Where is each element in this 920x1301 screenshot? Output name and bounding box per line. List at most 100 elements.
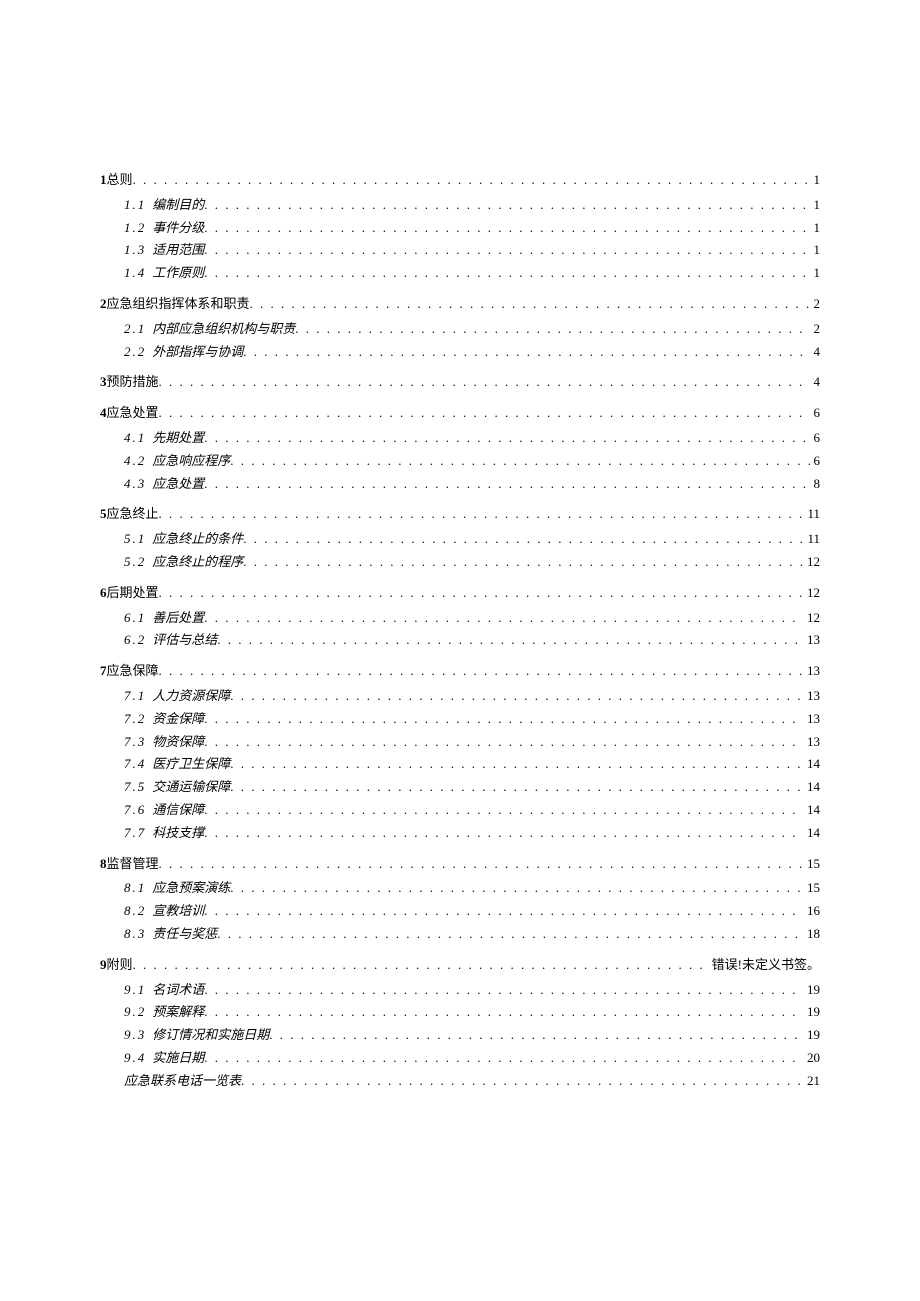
toc-entry-number: 9.2: [124, 1002, 146, 1023]
toc-entry-title: 编制目的: [152, 195, 204, 216]
toc-leader-dots: [204, 980, 803, 1001]
toc-entry: 4应急处置6: [100, 403, 820, 424]
toc-entry-page: 2: [810, 294, 821, 315]
toc-entry: 7.1人力资源保障13: [124, 686, 820, 707]
toc-entry: 7.7科技支撑14: [124, 823, 820, 844]
toc-entry-title: 宣教培训: [152, 901, 204, 922]
toc-entry-number: 7.6: [124, 800, 146, 821]
toc-entry-title: 交通运输保障: [152, 777, 230, 798]
toc-entry-page: 14: [803, 777, 820, 798]
toc-entry-title: 人力资源保障: [152, 686, 230, 707]
toc-entry-page: 4: [810, 342, 821, 363]
toc-entry-number: 1.3: [124, 240, 146, 261]
toc-entry-number: 7.7: [124, 823, 146, 844]
toc-entry: 5.1应急终止的条件11: [124, 529, 820, 550]
toc-entry-number: 4.1: [124, 428, 146, 449]
toc-entry: 1总则1: [100, 170, 820, 191]
toc-entry-title: 应急处置: [107, 403, 159, 424]
toc-entry: 8.2宣教培训16: [124, 901, 820, 922]
toc-leader-dots: [204, 195, 809, 216]
toc-leader-dots: [204, 263, 809, 284]
toc-leader-dots: [269, 1025, 803, 1046]
toc-page: 1总则11.1编制目的11.2事件分级11.3适用范围11.4工作原则12应急组…: [0, 0, 920, 1173]
toc-entry: 8.1应急预案演练15: [124, 878, 820, 899]
toc-entry: 5.2应急终止的程序12: [124, 552, 820, 573]
toc-leader-dots: [204, 901, 803, 922]
toc-entry: 1.1编制目的1: [124, 195, 820, 216]
toc-entry: 7.3物资保障13: [124, 732, 820, 753]
toc-entry: 7应急保障13: [100, 661, 820, 682]
toc-entry-title: 应急联系电话一览表: [124, 1071, 241, 1092]
toc-entry-page: 4: [810, 372, 821, 393]
toc-leader-dots: [204, 732, 803, 753]
toc-leader-dots: [204, 608, 803, 629]
toc-entry-title: 工作原则: [152, 263, 204, 284]
toc-entry-title: 应急终止的条件: [152, 529, 243, 550]
toc-entry-title: 后期处置: [107, 583, 159, 604]
toc-entry: 4.2应急响应程序6: [124, 451, 820, 472]
toc-entry-number: 6.1: [124, 608, 146, 629]
toc-entry-page: 19: [803, 1025, 820, 1046]
toc-entry-page: 18: [803, 924, 820, 945]
toc-leader-dots: [204, 240, 809, 261]
toc-entry-number: 8.3: [124, 924, 146, 945]
toc-entry: 5应急终止11: [100, 504, 820, 525]
toc-entry-page: 13: [803, 630, 820, 651]
toc-entry-page: 11: [803, 504, 820, 525]
toc-entry-page: 11: [803, 529, 820, 550]
toc-leader-dots: [243, 342, 809, 363]
toc-entry-title: 应急保障: [107, 661, 159, 682]
toc-entry-title: 应急组织指挥体系和职责: [107, 294, 250, 315]
toc-entry-title: 事件分级: [152, 218, 204, 239]
toc-entry: 8监督管理15: [100, 854, 820, 875]
toc-leader-dots: [159, 583, 803, 604]
toc-entry-number: 1.4: [124, 263, 146, 284]
toc-entry: 1.4 工作原则 1: [124, 263, 820, 284]
toc-entry-page: 19: [803, 1002, 820, 1023]
toc-leader-dots: [204, 709, 803, 730]
toc-entry-page: 1: [810, 195, 821, 216]
toc-entry-title: 评估与总结: [152, 630, 217, 651]
toc-entry-page: 21: [803, 1071, 820, 1092]
toc-entry-page: 15: [803, 854, 820, 875]
toc-entry-title: 医疗卫生保障: [152, 754, 230, 775]
toc-entry: 9.2预案解释19: [124, 1002, 820, 1023]
toc-entry-title: 实施日期: [152, 1048, 204, 1069]
toc-leader-dots: [230, 754, 803, 775]
toc-entry-page: 14: [803, 800, 820, 821]
toc-entry-page: 12: [803, 608, 820, 629]
toc-entry-title: 责任与奖惩: [152, 924, 217, 945]
toc-leader-dots: [159, 372, 810, 393]
table-of-contents: 1总则11.1编制目的11.2事件分级11.3适用范围11.4工作原则12应急组…: [100, 170, 820, 1091]
toc-entry-title: 通信保障: [152, 800, 204, 821]
toc-entry-page: 2: [810, 319, 821, 340]
toc-entry-page: 15: [803, 878, 820, 899]
toc-entry-number: 6.2: [124, 630, 146, 651]
toc-leader-dots: [159, 504, 804, 525]
toc-leader-dots: [295, 319, 809, 340]
toc-entry: 4.3应急处置8: [124, 474, 820, 495]
toc-entry: 9附则错误!未定义书签。: [100, 955, 820, 976]
toc-entry: 3预防措施4: [100, 372, 820, 393]
toc-entry-page: 错误!未定义书签。: [708, 955, 820, 976]
toc-entry: 2.2外部指挥与协调4: [124, 342, 820, 363]
toc-leader-dots: [133, 170, 810, 191]
toc-entry-number: 7.5: [124, 777, 146, 798]
toc-entry: 7.6 通信保障 14: [124, 800, 820, 821]
toc-entry-title: 善后处置: [152, 608, 204, 629]
toc-entry: 2应急组织指挥体系和职责2: [100, 294, 820, 315]
toc-leader-dots: [230, 686, 803, 707]
toc-entry-page: 1: [810, 263, 821, 284]
toc-entry-page: 1: [810, 240, 821, 261]
toc-entry: 8.3 责任与奖惩 18: [124, 924, 820, 945]
toc-entry-page: 16: [803, 901, 820, 922]
toc-entry-title: 附则: [107, 955, 133, 976]
toc-entry-page: 13: [803, 686, 820, 707]
toc-entry-number: 8.1: [124, 878, 146, 899]
toc-entry-page: 12: [803, 552, 820, 573]
toc-entry-title: 应急响应程序: [152, 451, 230, 472]
toc-entry-title: 应急终止的程序: [152, 552, 243, 573]
toc-leader-dots: [159, 403, 810, 424]
toc-entry-page: 20: [803, 1048, 820, 1069]
toc-entry-title: 科技支撑: [152, 823, 204, 844]
